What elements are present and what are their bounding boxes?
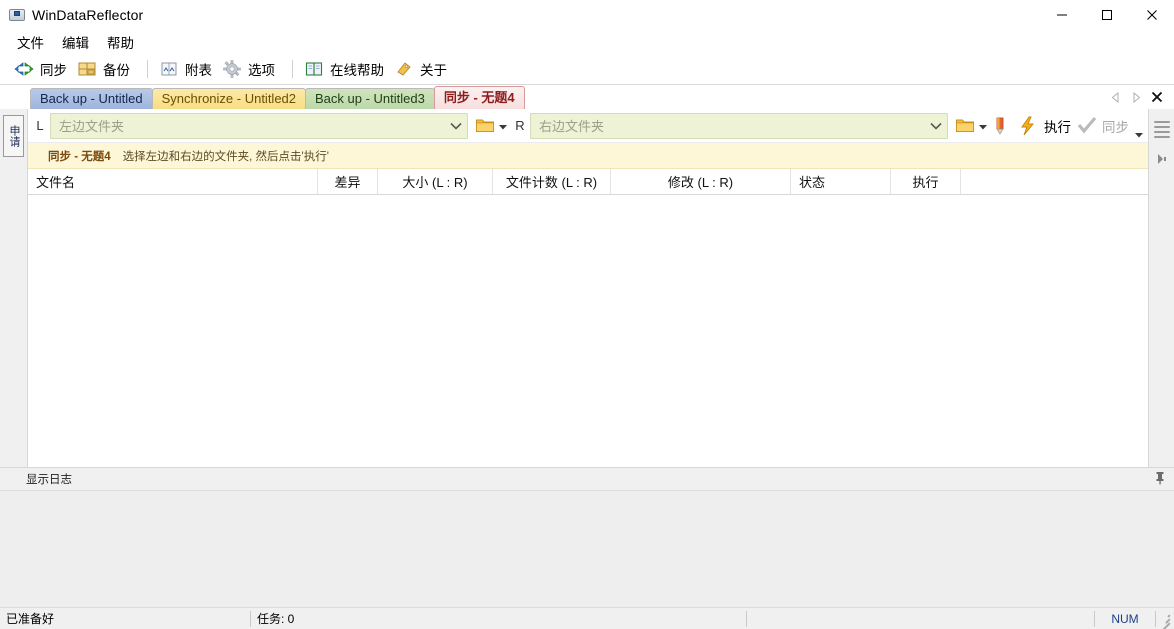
tab-backup-untitled[interactable]: Back up - Untitled bbox=[30, 88, 153, 109]
sync-label: 同步 bbox=[1102, 119, 1129, 135]
chevron-down-icon[interactable] bbox=[445, 122, 467, 130]
backup-grid-icon bbox=[77, 59, 97, 79]
toolbar: 同步 备份 附表 选项 在线帮助 关于 bbox=[0, 54, 1174, 85]
menu-item-help[interactable]: 帮助 bbox=[98, 30, 143, 54]
close-button[interactable] bbox=[1129, 0, 1174, 30]
pencil-icon bbox=[993, 116, 1013, 136]
tab-strip-tools bbox=[1106, 85, 1174, 109]
window-controls bbox=[1039, 0, 1174, 30]
toolbar-button-backup[interactable]: 备份 bbox=[75, 56, 138, 82]
expand-arrow-icon[interactable] bbox=[1157, 153, 1167, 168]
task-info-name: 同步 - 无题4 bbox=[48, 150, 111, 163]
tab-scroll-left-icon[interactable] bbox=[1106, 86, 1126, 108]
bookmark-button[interactable] bbox=[990, 113, 1016, 139]
check-icon bbox=[1077, 116, 1097, 136]
right-folder-placeholder: 右边文件夹 bbox=[539, 119, 605, 134]
toolbar-button-schedule[interactable]: 附表 bbox=[157, 56, 220, 82]
toolbar-separator-1 bbox=[147, 60, 148, 78]
menu-bar: 文件 编辑 帮助 bbox=[0, 30, 1174, 54]
toolbar-overflow-icon[interactable] bbox=[1132, 110, 1146, 142]
maximize-button[interactable] bbox=[1084, 0, 1129, 30]
tag-icon bbox=[394, 59, 414, 79]
status-ready: 已准备好 bbox=[6, 612, 55, 626]
toolbar-label-backup: 备份 bbox=[103, 63, 130, 78]
center-column: L 左边文件夹 R 右边文件夹 执行 同步 同步 - 无题4 选择左边和右边的文… bbox=[28, 109, 1148, 467]
left-browse-caret-icon[interactable] bbox=[499, 118, 507, 133]
log-panel-title: 显示日志 bbox=[26, 474, 72, 486]
status-filler bbox=[747, 608, 1094, 629]
log-panel-header: 显示日志 bbox=[0, 468, 1174, 490]
file-list-body[interactable] bbox=[28, 195, 1148, 467]
column-header-status[interactable]: 状态 bbox=[791, 169, 891, 194]
file-list: 文件名 差异 大小 (L : R) 文件计数 (L : R) 修改 (L : R… bbox=[28, 169, 1148, 467]
toolbar-label-options: 选项 bbox=[248, 63, 275, 78]
tab-synchronize-untitled2[interactable]: Synchronize - Untitled2 bbox=[151, 88, 307, 109]
column-header-size[interactable]: 大小 (L : R) bbox=[378, 169, 493, 194]
tab-sync-untitled4[interactable]: 同步 - 无题4 bbox=[433, 86, 525, 109]
title-bar: WinDataReflector bbox=[0, 0, 1174, 30]
schedule-icon bbox=[159, 59, 179, 79]
right-browse-folder-button[interactable] bbox=[948, 113, 990, 139]
toolbar-button-sync[interactable]: 同步 bbox=[12, 56, 75, 82]
folder-icon bbox=[475, 116, 495, 136]
app-window: WinDataReflector 文件 编辑 帮助 同步 备份 附表 选项 在线… bbox=[0, 0, 1174, 629]
sync-arrows-icon bbox=[14, 59, 34, 79]
toolbar-label-about: 关于 bbox=[420, 63, 447, 78]
sync-button[interactable]: 同步 bbox=[1074, 113, 1132, 139]
toolbar-label-sync: 同步 bbox=[40, 63, 67, 78]
menu-item-edit[interactable]: 编辑 bbox=[53, 30, 98, 54]
column-header-difference[interactable]: 差异 bbox=[318, 169, 378, 194]
gear-icon bbox=[222, 59, 242, 79]
column-header-filler bbox=[961, 169, 1148, 194]
tab-close-icon[interactable] bbox=[1146, 86, 1168, 108]
resize-grip-icon[interactable] bbox=[1156, 611, 1172, 629]
folder-icon bbox=[955, 116, 975, 136]
column-header-filename[interactable]: 文件名 bbox=[28, 169, 318, 194]
left-rail: 申请 bbox=[0, 109, 28, 467]
right-rail bbox=[1148, 109, 1174, 467]
execute-button[interactable]: 执行 bbox=[1016, 113, 1074, 139]
toolbar-label-schedule: 附表 bbox=[185, 63, 212, 78]
toolbar-separator-2 bbox=[292, 60, 293, 78]
toolbar-button-online-help[interactable]: 在线帮助 bbox=[302, 56, 392, 82]
left-side-label: L bbox=[36, 118, 44, 133]
execute-label: 执行 bbox=[1044, 119, 1071, 135]
app-drive-icon bbox=[9, 7, 25, 23]
column-header-modified[interactable]: 修改 (L : R) bbox=[611, 169, 791, 194]
left-folder-placeholder: 左边文件夹 bbox=[59, 119, 125, 134]
chevron-down-icon[interactable] bbox=[925, 122, 947, 130]
status-bar: 已准备好 任务: 0 NUM bbox=[0, 607, 1174, 629]
right-browse-caret-icon[interactable] bbox=[979, 118, 987, 133]
left-rail-vertical-tab-label: 申请 bbox=[8, 125, 20, 147]
column-header-filecount[interactable]: 文件计数 (L : R) bbox=[493, 169, 611, 194]
lines-icon[interactable] bbox=[1153, 121, 1170, 141]
pushpin-icon[interactable] bbox=[1154, 471, 1166, 488]
right-side-label: R bbox=[515, 118, 525, 133]
status-num-indicator: NUM bbox=[1111, 611, 1139, 626]
work-area: 申请 L 左边文件夹 R 右边文件夹 执行 同步 同步 - 无题4 选择左边和右… bbox=[0, 109, 1174, 467]
left-rail-vertical-tab[interactable]: 申请 bbox=[3, 115, 24, 157]
column-header-execute[interactable]: 执行 bbox=[891, 169, 961, 194]
folder-path-bar: L 左边文件夹 R 右边文件夹 执行 同步 bbox=[28, 109, 1148, 143]
log-panel: 显示日志 bbox=[0, 467, 1174, 607]
status-task-count: 任务: 0 bbox=[257, 612, 295, 626]
task-info-hint: 选择左边和右边的文件夹, 然后点击'执行' bbox=[122, 150, 329, 163]
tab-backup-untitled3[interactable]: Back up - Untitled3 bbox=[305, 88, 435, 109]
book-icon bbox=[304, 59, 324, 79]
tab-scroll-right-icon[interactable] bbox=[1126, 86, 1146, 108]
minimize-button[interactable] bbox=[1039, 0, 1084, 30]
toolbar-button-about[interactable]: 关于 bbox=[392, 56, 455, 82]
tab-strip: Back up - Untitled Synchronize - Untitle… bbox=[0, 85, 1174, 109]
left-folder-combobox[interactable]: 左边文件夹 bbox=[50, 112, 468, 139]
right-folder-combobox[interactable]: 右边文件夹 bbox=[530, 112, 948, 139]
toolbar-button-options[interactable]: 选项 bbox=[220, 56, 283, 82]
toolbar-label-online-help: 在线帮助 bbox=[330, 63, 384, 78]
log-panel-body[interactable] bbox=[0, 490, 1174, 607]
menu-item-file[interactable]: 文件 bbox=[8, 30, 53, 54]
lightning-icon bbox=[1019, 116, 1039, 136]
left-browse-folder-button[interactable] bbox=[468, 113, 510, 139]
window-title: WinDataReflector bbox=[32, 7, 144, 23]
task-info-bar: 同步 - 无题4 选择左边和右边的文件夹, 然后点击'执行' bbox=[28, 143, 1148, 169]
file-list-header: 文件名 差异 大小 (L : R) 文件计数 (L : R) 修改 (L : R… bbox=[28, 169, 1148, 195]
